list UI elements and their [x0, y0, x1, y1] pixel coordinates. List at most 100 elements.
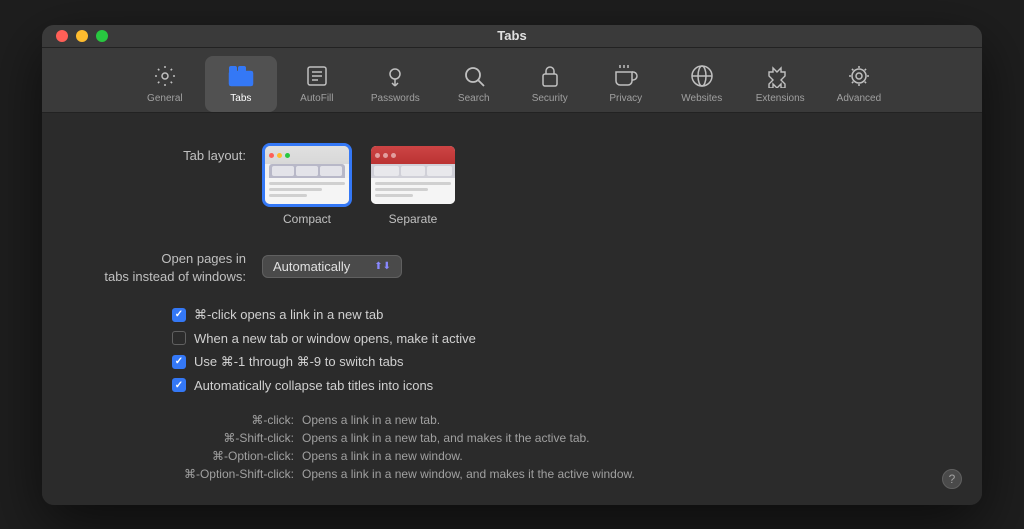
tab-privacy[interactable]: Privacy: [590, 56, 662, 112]
tab-search[interactable]: Search: [438, 56, 510, 112]
compact-thumb-bar: [265, 146, 349, 164]
tab-websites[interactable]: Websites: [666, 56, 738, 112]
compact-tab-3: [320, 166, 342, 176]
separate-line-2: [375, 188, 428, 191]
autofill-icon: [303, 62, 331, 90]
advanced-label: Advanced: [837, 93, 881, 104]
shortcut-desc-1: Opens a link in a new tab, and makes it …: [302, 431, 590, 445]
toolbar: General Tabs Auto: [42, 48, 982, 113]
extensions-icon: [766, 62, 794, 90]
compact-dot-yellow: [277, 153, 282, 158]
compact-label: Compact: [283, 212, 331, 226]
tab-advanced[interactable]: Advanced: [823, 56, 895, 112]
separate-tab-row: [371, 164, 455, 178]
shortcut-key-0: ⌘-click:: [82, 413, 302, 427]
compact-dot-red: [269, 153, 274, 158]
cmd-switch-label: Use ⌘-1 through ⌘-9 to switch tabs: [194, 354, 404, 370]
privacy-icon: [612, 62, 640, 90]
open-pages-control: Automatically ⬆⬇: [262, 255, 402, 278]
main-content: Tab layout:: [42, 113, 982, 504]
security-label: Security: [532, 93, 568, 104]
compact-tab-1: [272, 166, 294, 176]
separate-line-1: [375, 182, 451, 185]
separate-dot-1: [375, 153, 380, 158]
compact-content: [265, 178, 349, 204]
separate-line-3: [375, 194, 413, 197]
shortcut-row-3: ⌘-Option-Shift-click: Opens a link in a …: [82, 467, 942, 481]
checkboxes-section: ⌘-click opens a link in a new tab When a…: [82, 307, 942, 393]
help-button[interactable]: ?: [942, 469, 962, 489]
compact-option[interactable]: Compact: [262, 143, 352, 226]
tab-extensions[interactable]: Extensions: [742, 56, 819, 112]
cmd-click-checkbox[interactable]: [172, 308, 186, 322]
passwords-label: Passwords: [371, 93, 420, 104]
tab-security[interactable]: Security: [514, 56, 586, 112]
passwords-icon: [381, 62, 409, 90]
compact-thumb-inner: [265, 146, 349, 204]
checkbox-row-2: Use ⌘-1 through ⌘-9 to switch tabs: [82, 354, 942, 370]
shortcut-desc-0: Opens a link in a new tab.: [302, 413, 440, 427]
tab-passwords[interactable]: Passwords: [357, 56, 434, 112]
shortcuts-section: ⌘-click: Opens a link in a new tab. ⌘-Sh…: [82, 413, 942, 481]
shortcut-desc-3: Opens a link in a new window, and makes …: [302, 467, 635, 481]
maximize-button[interactable]: [96, 30, 108, 42]
websites-label: Websites: [681, 93, 722, 104]
autofill-label: AutoFill: [300, 93, 333, 104]
search-icon: [460, 62, 488, 90]
shortcut-row-1: ⌘-Shift-click: Opens a link in a new tab…: [82, 431, 942, 445]
advanced-icon: [845, 62, 873, 90]
compact-line-2: [269, 188, 322, 191]
tab-layout-row: Tab layout:: [82, 143, 942, 226]
separate-tab-1: [374, 166, 399, 176]
tab-general[interactable]: General: [129, 56, 201, 112]
websites-icon: [688, 62, 716, 90]
tab-layout-control: Compact: [262, 143, 458, 226]
open-pages-label: Open pages intabs instead of windows:: [82, 246, 262, 286]
dropdown-chevron-icon: ⬆⬇: [374, 261, 391, 272]
preferences-window: Tabs General Tabs: [42, 25, 982, 505]
auto-collapse-checkbox[interactable]: [172, 378, 186, 392]
separate-thumbnail: [368, 143, 458, 207]
automatically-dropdown[interactable]: Automatically ⬆⬇: [262, 255, 402, 278]
tab-layout-label: Tab layout:: [82, 143, 262, 165]
cmd-click-label: ⌘-click opens a link in a new tab: [194, 307, 383, 323]
compact-thumbnail: [262, 143, 352, 207]
dropdown-value: Automatically: [273, 259, 350, 274]
separate-label: Separate: [389, 212, 438, 226]
shortcut-row-2: ⌘-Option-click: Opens a link in a new wi…: [82, 449, 942, 463]
extensions-label: Extensions: [756, 93, 805, 104]
content-wrapper: Tab layout:: [42, 113, 982, 504]
shortcut-desc-2: Opens a link in a new window.: [302, 449, 463, 463]
compact-line-1: [269, 182, 345, 185]
compact-tab-row: [269, 164, 345, 178]
compact-dot-green: [285, 153, 290, 158]
tabs-label: Tabs: [230, 93, 251, 104]
shortcut-row-0: ⌘-click: Opens a link in a new tab.: [82, 413, 942, 427]
tab-autofill[interactable]: AutoFill: [281, 56, 353, 112]
checkbox-row-0: ⌘-click opens a link in a new tab: [82, 307, 942, 323]
separate-dot-3: [391, 153, 396, 158]
checkbox-row-1: When a new tab or window opens, make it …: [82, 331, 942, 346]
traffic-lights: [56, 30, 108, 42]
shortcut-key-2: ⌘-Option-click:: [82, 449, 302, 463]
cmd-switch-checkbox[interactable]: [172, 355, 186, 369]
general-icon: [151, 62, 179, 90]
separate-thumb-inner: [371, 146, 455, 204]
general-label: General: [147, 93, 183, 104]
tab-tabs[interactable]: Tabs: [205, 56, 277, 112]
open-pages-row: Open pages intabs instead of windows: Au…: [82, 246, 942, 286]
shortcut-key-3: ⌘-Option-Shift-click:: [82, 467, 302, 481]
shortcut-key-1: ⌘-Shift-click:: [82, 431, 302, 445]
separate-option[interactable]: Separate: [368, 143, 458, 226]
close-button[interactable]: [56, 30, 68, 42]
new-tab-active-checkbox[interactable]: [172, 331, 186, 345]
separate-content: [371, 178, 455, 204]
search-label: Search: [458, 93, 490, 104]
tab-layouts: Compact: [262, 143, 458, 226]
checkbox-row-3: Automatically collapse tab titles into i…: [82, 378, 942, 393]
window-title: Tabs: [497, 28, 526, 43]
tabs-icon: [227, 62, 255, 90]
minimize-button[interactable]: [76, 30, 88, 42]
security-icon: [536, 62, 564, 90]
separate-thumb-bar: [371, 146, 455, 164]
